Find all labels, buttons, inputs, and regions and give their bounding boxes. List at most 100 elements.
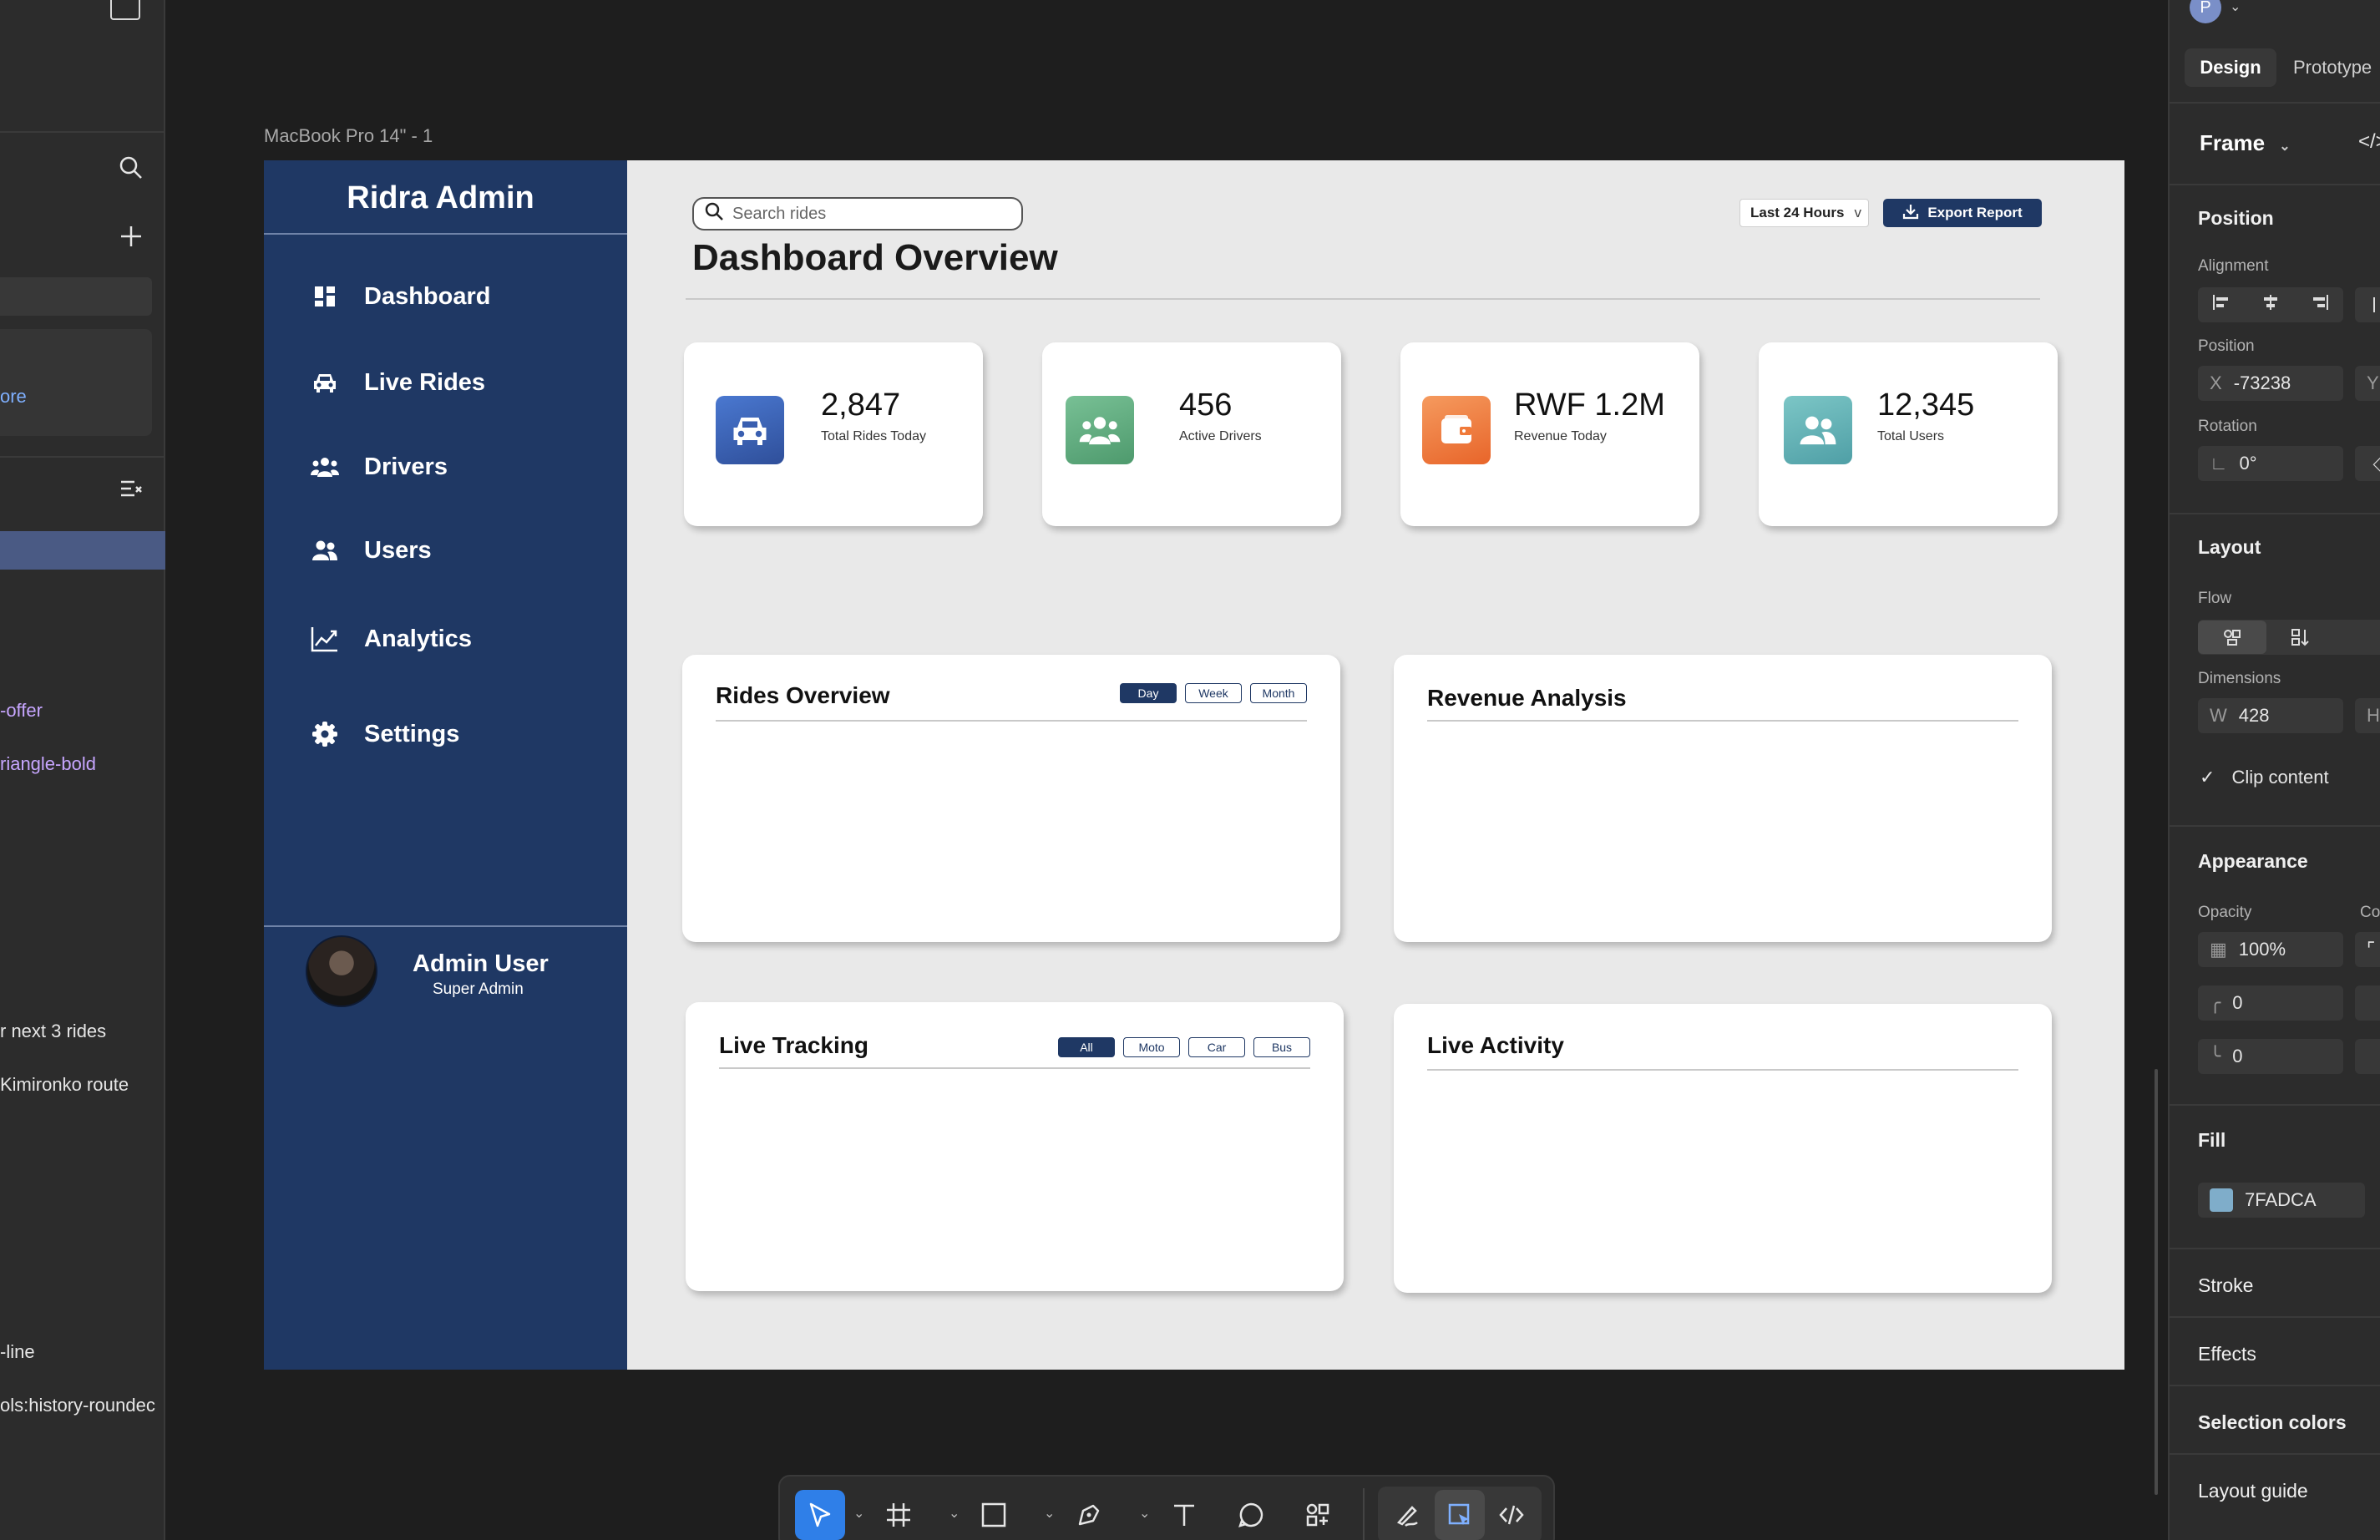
chevron-down-icon[interactable]: ⌄ <box>853 1505 864 1522</box>
nav-item-live-rides[interactable]: Live Rides <box>311 368 485 397</box>
layer-link[interactable]: ore <box>0 386 27 408</box>
rectangle-tool-icon[interactable] <box>969 1490 1019 1540</box>
radius-field[interactable] <box>2355 985 2380 1021</box>
selected-layer-row[interactable] <box>0 531 165 570</box>
layer-item[interactable]: -offer <box>0 700 43 722</box>
divider <box>2170 1316 2380 1318</box>
stat-value: 12,345 <box>1877 388 1975 423</box>
fill-color-field[interactable]: 7FADCA <box>2198 1183 2365 1218</box>
section-title[interactable]: Stroke <box>2198 1274 2253 1297</box>
clip-content-checkbox[interactable]: ✓ Clip content <box>2200 767 2329 788</box>
radius-field[interactable] <box>2355 1039 2380 1074</box>
chevron-down-icon: ⌄ <box>2279 139 2291 154</box>
page-item[interactable] <box>0 277 152 316</box>
date-range-select[interactable]: Last 24 Hours v <box>1739 199 1869 227</box>
section-title: Position <box>2198 207 2274 229</box>
section-title[interactable]: Layout guide <box>2198 1480 2308 1502</box>
align-right-icon[interactable] <box>2295 293 2343 317</box>
user-avatar[interactable]: P <box>2190 0 2221 23</box>
radius-field[interactable]: ╰ 0 <box>2198 1039 2343 1074</box>
align-left-icon[interactable] <box>2198 293 2246 317</box>
layer-item[interactable]: riangle-bold <box>0 753 96 775</box>
flip-icon[interactable]: ◇ <box>2355 446 2380 481</box>
text-tool-icon[interactable] <box>1159 1490 1209 1540</box>
chevron-down-icon[interactable]: ⌄ <box>1044 1505 1055 1522</box>
layer-item[interactable]: ols:history-roundec <box>0 1395 155 1416</box>
section-title[interactable]: Effects <box>2198 1343 2256 1365</box>
fill-swatch[interactable] <box>2210 1188 2233 1212</box>
divider <box>2170 1248 2380 1249</box>
tab-week[interactable]: Week <box>1185 683 1242 703</box>
frame-label[interactable]: MacBook Pro 14" - 1 <box>264 125 433 147</box>
nav-item-drivers[interactable]: Drivers <box>311 453 448 481</box>
x-value: -73238 <box>2233 372 2291 393</box>
comment-tool-icon[interactable] <box>1226 1490 1276 1540</box>
dev-mode-icon[interactable] <box>1486 1490 1537 1540</box>
field-label: Co <box>2360 904 2380 921</box>
search-icon[interactable] <box>119 155 144 185</box>
design-mode-icon[interactable] <box>1435 1490 1485 1540</box>
checkmark-icon: ✓ <box>2200 767 2215 788</box>
vertical-layout-icon[interactable] <box>2266 627 2335 647</box>
tab-moto[interactable]: Moto <box>1123 1037 1180 1057</box>
chevron-down-icon[interactable]: ⌄ <box>2230 0 2241 15</box>
frame-type-select[interactable]: Frame ⌄ <box>2200 130 2291 156</box>
chevron-down-icon[interactable]: ⌄ <box>949 1505 960 1522</box>
layer-item[interactable]: r next 3 rides <box>0 1021 106 1042</box>
pen-tool-icon[interactable] <box>1064 1490 1114 1540</box>
corner-field[interactable]: ⌜ <box>2355 932 2380 967</box>
nav-item-settings[interactable]: Settings <box>311 720 459 748</box>
height-field[interactable]: H <box>2355 698 2380 733</box>
w-value: 428 <box>2238 705 2270 726</box>
add-page-icon[interactable] <box>119 224 144 253</box>
stat-label: Active Drivers <box>1179 429 1262 443</box>
chevron-down-icon[interactable]: ⌄ <box>1139 1505 1150 1522</box>
layer-item[interactable]: -line <box>0 1341 35 1363</box>
frame-tool-icon[interactable] <box>874 1490 924 1540</box>
divider <box>1427 1069 2018 1071</box>
move-tool-icon[interactable] <box>795 1490 845 1540</box>
align-center-icon[interactable] <box>2246 293 2295 317</box>
radius-field[interactable]: ╭ 0 <box>2198 985 2343 1021</box>
canvas-scrollbar[interactable] <box>2155 1069 2158 1495</box>
x-label: X <box>2210 372 2222 393</box>
code-icon[interactable]: </> <box>2358 130 2380 154</box>
opacity-icon: ▦ <box>2210 939 2227 960</box>
nav-item-users[interactable]: Users <box>311 536 432 565</box>
car-icon <box>311 368 339 397</box>
freeform-layout-icon[interactable] <box>2198 621 2266 654</box>
resources-tool-icon[interactable] <box>1293 1490 1343 1540</box>
section-title[interactable]: Selection colors <box>2198 1411 2347 1434</box>
tab-bus[interactable]: Bus <box>1253 1037 1310 1057</box>
stat-label: Revenue Today <box>1514 429 1607 443</box>
collapse-layers-icon[interactable] <box>119 478 144 504</box>
profile-name: Admin User <box>413 950 549 977</box>
tab-label: Design <box>2200 57 2261 78</box>
align-top-icon[interactable] <box>2355 287 2380 322</box>
tab-car[interactable]: Car <box>1188 1037 1245 1057</box>
tab-design[interactable]: Design <box>2185 48 2276 87</box>
tab-prototype[interactable]: Prototype <box>2293 57 2372 79</box>
w-label: W <box>2210 705 2227 726</box>
dashboard-frame[interactable]: Ridra Admin Dashboard Live Rides Drivers… <box>264 160 2124 1370</box>
search-input[interactable]: Search rides <box>692 197 1023 230</box>
nav-item-analytics[interactable]: Analytics <box>311 625 472 653</box>
y-position-field[interactable]: Y <box>2355 366 2380 401</box>
avatar[interactable] <box>306 935 377 1007</box>
divider <box>1427 720 2018 722</box>
page-title: Dashboard Overview <box>692 237 1058 278</box>
tab-all[interactable]: All <box>1058 1037 1115 1057</box>
width-field[interactable]: W 428 <box>2198 698 2343 733</box>
x-position-field[interactable]: X -73238 <box>2198 366 2343 401</box>
draw-mode-icon[interactable] <box>1383 1490 1433 1540</box>
divider <box>2170 1453 2380 1455</box>
opacity-field[interactable]: ▦ 100% <box>2198 932 2343 967</box>
nav-item-dashboard[interactable]: Dashboard <box>311 282 490 311</box>
layer-item[interactable]: Kimironko route <box>0 1074 129 1096</box>
tab-month[interactable]: Month <box>1250 683 1307 703</box>
stat-value: 2,847 <box>821 388 901 423</box>
sidebar-toggle-icon[interactable] <box>110 0 140 20</box>
rotation-field[interactable]: ∟ 0° <box>2198 446 2343 481</box>
tab-day[interactable]: Day <box>1120 683 1177 703</box>
export-report-button[interactable]: Export Report <box>1883 199 2042 227</box>
